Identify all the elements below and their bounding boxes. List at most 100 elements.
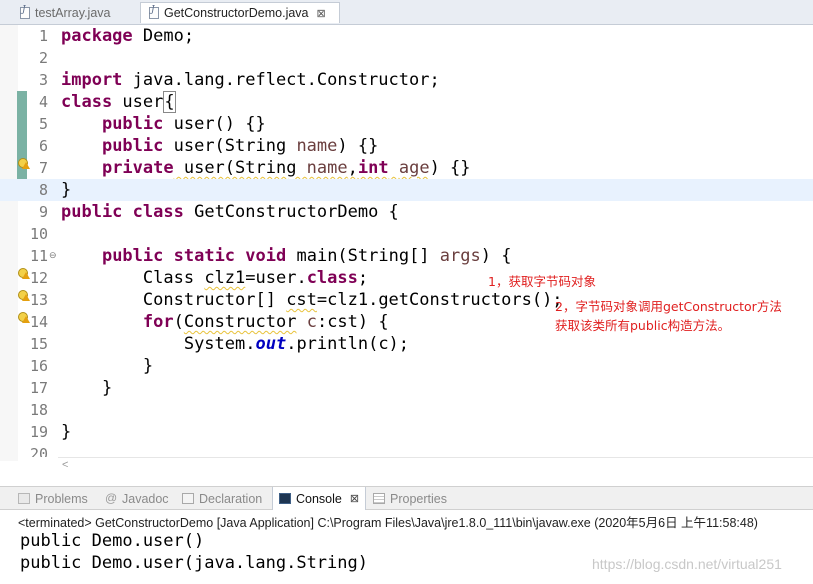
- static-field: out: [255, 334, 287, 354]
- line-number: 19: [29, 423, 48, 441]
- line-number: 13: [29, 291, 48, 309]
- tab-label: testArray.java: [35, 5, 111, 20]
- warning-identifier: Constructor: [183, 312, 297, 332]
- line-number: 3: [38, 71, 48, 89]
- code-line: 1 package Demo;: [0, 25, 813, 47]
- code-text: public class GetConstructorDemo {: [61, 202, 399, 222]
- code-line: 7 private user(String name,int age) {}: [0, 157, 813, 179]
- tab-label: Declaration: [199, 491, 263, 506]
- code-fragment: java.lang.reflect.Constructor;: [122, 70, 440, 90]
- tab-label: GetConstructorDemo.java: [164, 6, 309, 20]
- tab-label: Problems: [35, 491, 88, 506]
- code-line: 9 public class GetConstructorDemo {: [0, 201, 813, 223]
- line-number: 9: [38, 203, 48, 221]
- tab-testarray-java[interactable]: testArray.java: [20, 2, 111, 23]
- parameter: c: [306, 312, 317, 332]
- line-number: 4: [38, 93, 48, 111]
- tab-declaration[interactable]: Declaration: [182, 487, 262, 510]
- parameter: name: [296, 136, 338, 156]
- code-line: 15 System.out.println(c);: [0, 333, 813, 355]
- code-line: 10: [0, 223, 813, 245]
- keyword: private: [101, 158, 174, 178]
- tab-properties[interactable]: Properties: [373, 487, 447, 510]
- console-icon: [279, 493, 291, 504]
- code-text: }: [142, 356, 154, 376]
- line-number: 10: [29, 225, 48, 243]
- annotation-note: 1，获取字节码对象: [488, 274, 596, 289]
- line-number: 16: [29, 357, 48, 375]
- code-text: public static void main(String[] args) {: [101, 246, 512, 266]
- code-text: System.out.println(c);: [183, 334, 410, 354]
- tab-problems[interactable]: Problems: [18, 487, 88, 510]
- line-number: 1: [38, 27, 48, 45]
- code-text: for(Constructor c:cst) {: [142, 312, 389, 332]
- fold-collapse-icon[interactable]: ⊖: [49, 251, 58, 260]
- close-tab-icon[interactable]: ⊠: [317, 7, 326, 20]
- line-number: 15: [29, 335, 48, 353]
- warning-identifier: cst: [286, 290, 317, 310]
- keyword: public: [101, 246, 164, 266]
- keyword: public: [101, 136, 164, 156]
- keyword: import: [61, 70, 123, 90]
- console-status-line: <terminated> GetConstructorDemo [Java Ap…: [18, 516, 758, 530]
- keyword: static: [173, 246, 236, 266]
- code-text: }: [101, 378, 113, 398]
- tab-label: Console: [296, 491, 342, 506]
- line-number: 7: [38, 159, 48, 177]
- editor-tab-bar: testArray.java GetConstructorDemo.java ⊠: [0, 0, 813, 25]
- line-number: 2: [38, 49, 48, 67]
- properties-icon: [373, 493, 385, 504]
- line-number: 14: [29, 313, 48, 331]
- code-line: 20: [0, 443, 813, 457]
- code-text: }: [61, 422, 72, 442]
- code-line: 2: [0, 47, 813, 69]
- line-number: 6: [38, 137, 48, 155]
- line-number: 17: [29, 379, 48, 397]
- line-number: 20: [29, 445, 48, 457]
- keyword: public: [61, 202, 123, 222]
- java-file-icon: [149, 5, 159, 19]
- code-fragment: user: [112, 92, 164, 112]
- code-text: package Demo;: [61, 25, 194, 47]
- parameter: args: [439, 246, 481, 266]
- code-line: 5 public user() {}: [0, 113, 813, 135]
- view-tab-bar: Problems @ Javadoc Declaration Console ⊠…: [0, 486, 813, 510]
- close-tab-icon[interactable]: ⊠: [350, 492, 359, 505]
- line-number: 8: [38, 181, 48, 199]
- keyword: public: [101, 114, 164, 134]
- code-text: }: [61, 180, 72, 200]
- annotation-note: 2，字节码对象调用getConstructor方法: [555, 299, 782, 314]
- parameter: name: [306, 158, 348, 178]
- keyword: class: [306, 268, 358, 288]
- code-text: import java.lang.reflect.Constructor;: [61, 69, 440, 91]
- code-text: Constructor[] cst=clz1.getConstructors()…: [142, 290, 563, 310]
- tab-label: Properties: [390, 491, 447, 506]
- horizontal-scrollbar[interactable]: [58, 457, 813, 458]
- matching-bracket: {: [163, 91, 176, 113]
- keyword: class: [61, 92, 113, 112]
- keyword: package: [61, 26, 133, 46]
- scroll-left-icon[interactable]: <: [62, 459, 68, 471]
- code-line: 19 }: [0, 421, 813, 443]
- tab-javadoc[interactable]: @ Javadoc: [105, 487, 169, 510]
- keyword: for: [142, 312, 174, 332]
- code-editor[interactable]: 1 package Demo; 2 3 import java.lang.ref…: [0, 25, 813, 471]
- annotation-note: 获取该类所有public构造方法。: [555, 318, 731, 333]
- problems-icon: [18, 493, 30, 504]
- code-text: public user(String name) {}: [101, 136, 379, 156]
- console-output-line: public Demo.user(): [20, 531, 205, 551]
- line-number: 12: [29, 269, 48, 287]
- code-fragment: Demo;: [132, 26, 195, 46]
- code-text: private user(String name,int age) {}: [101, 158, 471, 178]
- tab-label: Javadoc: [122, 491, 169, 506]
- console-output-line: public Demo.user(java.lang.String): [20, 553, 368, 573]
- parameter: age: [398, 158, 430, 178]
- code-fragment: user() {}: [163, 114, 266, 134]
- tab-console[interactable]: Console ⊠: [272, 487, 367, 510]
- line-number: 11: [29, 247, 48, 265]
- declaration-icon: [182, 493, 194, 504]
- code-line: 3 import java.lang.reflect.Constructor;: [0, 69, 813, 91]
- tab-getconstructordemo-java[interactable]: GetConstructorDemo.java ⊠: [140, 2, 340, 23]
- code-line: 17 }: [0, 377, 813, 399]
- code-text: public user() {}: [61, 113, 266, 135]
